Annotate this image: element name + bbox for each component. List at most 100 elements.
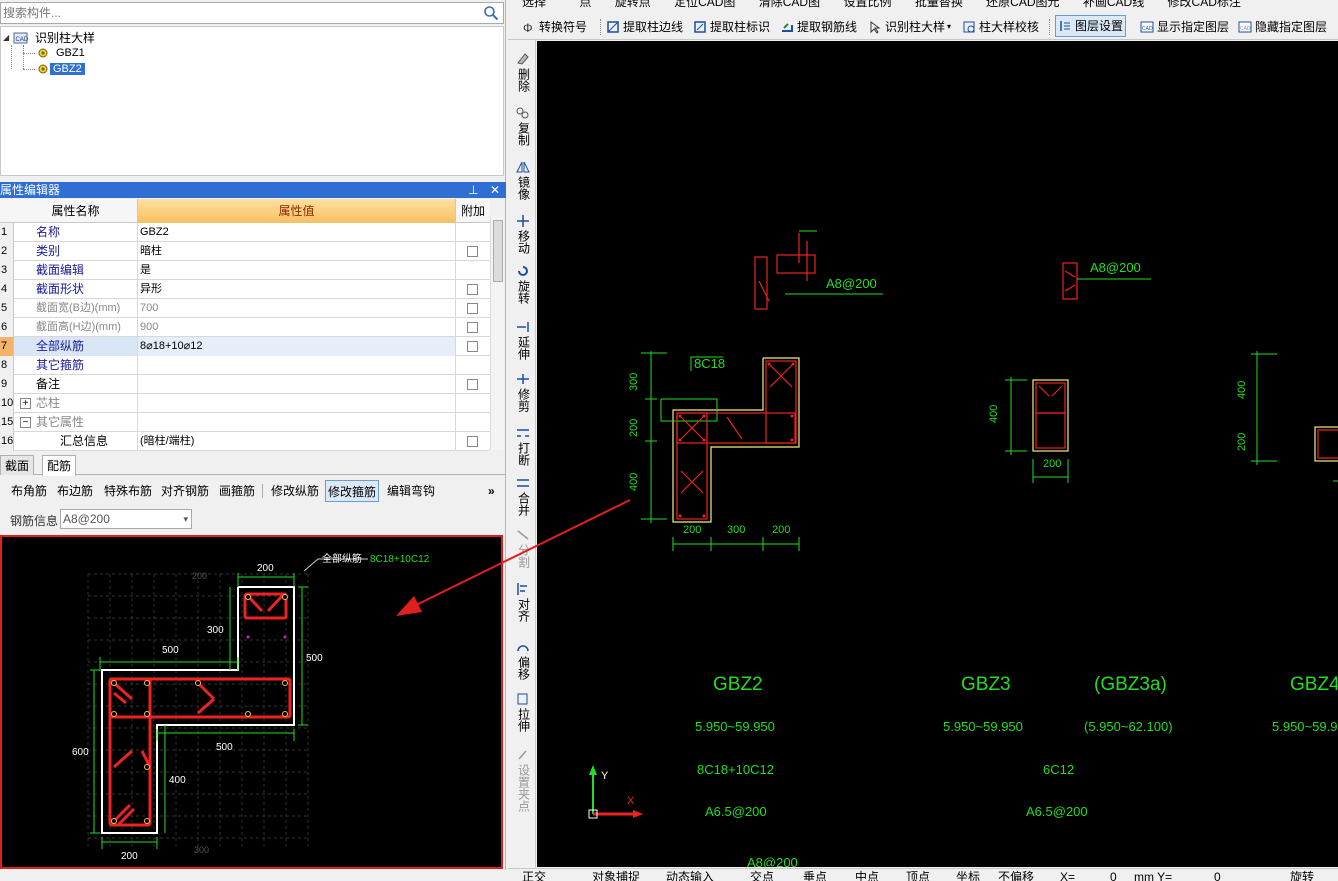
property-value[interactable]: GBZ2 xyxy=(138,223,456,242)
rebar-info-select[interactable]: A8@200 ▾ xyxy=(60,509,192,529)
snap-midpoint[interactable]: 中点 xyxy=(855,870,879,881)
table-row[interactable]: 15 其它属性 − xyxy=(0,413,490,432)
tab-section[interactable]: 截面 xyxy=(0,455,35,475)
object-snap-toggle[interactable]: 对象捕捉 xyxy=(592,870,640,881)
special-rebar-button[interactable]: 特殊布筋 xyxy=(102,480,154,502)
y-coord-input[interactable]: 0 xyxy=(1214,870,1221,881)
extra-checkbox[interactable] xyxy=(467,246,478,257)
table-row-selected[interactable]: 7 全部纵筋 8⌀18+10⌀12 xyxy=(0,337,490,356)
property-scrollbar[interactable] xyxy=(490,216,504,450)
extra-checkbox[interactable] xyxy=(467,303,478,314)
table-row[interactable]: 4 截面形状 异形 xyxy=(0,280,490,299)
snap-intersection[interactable]: 交点 xyxy=(750,870,774,881)
close-icon[interactable]: ✕ xyxy=(490,183,500,197)
identify-column-detail-button[interactable]: 识别柱大样 ▾ xyxy=(868,17,951,37)
show-layer-button[interactable]: CAD 显示指定图层 xyxy=(1140,17,1229,37)
break-button[interactable]: 打断 xyxy=(512,426,534,469)
modify-stirrup-button[interactable]: 修改箍筋 xyxy=(325,480,380,502)
table-row[interactable]: 9 备注 xyxy=(0,375,490,394)
column-detail-check-button[interactable]: 柱大样校核 xyxy=(962,17,1039,37)
search-icon[interactable] xyxy=(483,5,499,21)
clear-cad-tool[interactable]: 清除CAD图 xyxy=(759,0,820,9)
chevron-down-icon[interactable]: ▾ xyxy=(183,510,188,528)
search-input[interactable] xyxy=(1,3,471,23)
offset-mode-select[interactable]: 不偏移 xyxy=(998,870,1034,881)
move-button[interactable]: 移动 xyxy=(512,214,534,257)
extend-button[interactable]: 延伸 xyxy=(512,320,534,363)
property-value[interactable] xyxy=(138,413,456,432)
snap-vertex[interactable]: 顶点 xyxy=(906,870,930,881)
property-value[interactable] xyxy=(138,394,456,413)
offset-button[interactable]: 偏移 xyxy=(512,640,534,683)
stretch-button[interactable]: 拉伸 xyxy=(512,692,534,735)
more-chevron-icon[interactable]: » xyxy=(486,480,497,502)
extra-checkbox[interactable] xyxy=(467,284,478,295)
edge-rebar-button[interactable]: 布边筋 xyxy=(55,480,95,502)
search-box[interactable] xyxy=(0,2,504,24)
property-value[interactable]: 暗柱 xyxy=(138,242,456,261)
table-row[interactable]: 2 类别 暗柱 xyxy=(0,242,490,261)
property-value[interactable] xyxy=(138,375,456,394)
collapse-icon[interactable]: − xyxy=(20,417,31,428)
extra-checkbox[interactable] xyxy=(467,379,478,390)
ortho-toggle[interactable]: 正交 xyxy=(522,870,546,881)
property-value[interactable]: 900 xyxy=(138,318,456,337)
merge-button[interactable]: 合并 xyxy=(512,476,534,519)
property-value[interactable]: 异形 xyxy=(138,280,456,299)
extra-checkbox[interactable] xyxy=(467,341,478,352)
table-row[interactable]: 16 汇总信息 (暗柱/端柱) xyxy=(0,432,490,451)
snap-perpendicular[interactable]: 垂点 xyxy=(803,870,827,881)
locate-cad-tool[interactable]: 定位CAD图 xyxy=(674,0,735,9)
dynamic-input-toggle[interactable]: 动态输入 xyxy=(666,870,714,881)
hide-layer-button[interactable]: CAD 隐藏指定图层 xyxy=(1238,17,1327,37)
snap-coordinate[interactable]: 坐标 xyxy=(956,870,980,881)
extra-checkbox[interactable] xyxy=(467,436,478,447)
extract-column-edge-button[interactable]: 提取柱边线 xyxy=(606,17,683,37)
collapse-icon[interactable]: ◢ xyxy=(3,33,13,42)
draw-cad-line-tool[interactable]: 补画CAD线 xyxy=(1083,0,1144,9)
rotate-toggle[interactable]: 旋转 xyxy=(1290,870,1314,881)
split-button[interactable]: 分割 xyxy=(512,528,534,571)
tree-item-gbz1[interactable]: GBZ1 xyxy=(37,45,88,61)
extract-rebar-line-button[interactable]: 提取钢筋线 xyxy=(780,17,857,37)
table-row[interactable]: 8 其它箍筋 xyxy=(0,356,490,375)
rotate-point-tool[interactable]: 旋转点 xyxy=(615,0,651,9)
expand-icon[interactable]: + xyxy=(20,398,31,409)
modify-cad-dim-tool[interactable]: 修改CAD标注 xyxy=(1168,0,1241,9)
layer-settings-button[interactable]: 图层设置 xyxy=(1055,15,1127,37)
tree-item-gbz2[interactable]: GBZ2 xyxy=(37,61,85,77)
select-tool[interactable]: 选择 xyxy=(522,0,546,9)
table-row[interactable]: 3 截面编辑 是 xyxy=(0,261,490,280)
cad-canvas[interactable]: A8@200 A8@200 8C18 300 200 400 200 300 2… xyxy=(537,41,1338,867)
property-value[interactable]: 8⌀18+10⌀12 xyxy=(138,337,456,356)
draw-stirrup-button[interactable]: 画箍筋 xyxy=(217,480,257,502)
table-row[interactable]: 5 截面宽(B边)(mm) 700 xyxy=(0,299,490,318)
pin-icon[interactable]: ⊥ xyxy=(468,183,478,197)
table-row[interactable]: 6 截面高(H边)(mm) 900 xyxy=(0,318,490,337)
restore-cad-tool[interactable]: 还原CAD图元 xyxy=(986,0,1059,9)
delete-button[interactable]: 删除 xyxy=(512,52,534,95)
edit-hook-button[interactable]: 编辑弯钩 xyxy=(385,480,437,502)
batch-replace-tool[interactable]: 批量替换 xyxy=(915,0,963,9)
property-value[interactable] xyxy=(138,356,456,375)
property-value[interactable]: (暗柱/端柱) xyxy=(138,432,456,451)
copy-button[interactable]: 复制 xyxy=(512,106,534,149)
tree-root[interactable]: ◢ CAD 识别柱大样 xyxy=(3,29,98,45)
trim-button[interactable]: 修剪 xyxy=(512,372,534,415)
mirror-button[interactable]: 镜像 xyxy=(512,160,534,203)
set-scale-tool[interactable]: 设置比例 xyxy=(843,0,891,9)
set-grip-button[interactable]: 设置夹点 xyxy=(512,748,534,815)
chevron-down-icon[interactable]: ▾ xyxy=(947,17,951,37)
rotate-button[interactable]: 旋转 xyxy=(512,264,534,307)
table-row[interactable]: 1 名称 GBZ2 xyxy=(0,223,490,242)
modify-longitudinal-button[interactable]: 修改纵筋 xyxy=(269,480,321,502)
extract-column-label-button[interactable]: 提取柱标识 xyxy=(693,17,770,37)
x-coord-input[interactable]: 0 xyxy=(1110,870,1117,881)
property-value[interactable]: 700 xyxy=(138,299,456,318)
corner-rebar-button[interactable]: 布角筋 xyxy=(9,480,49,502)
section-preview-canvas[interactable]: 全部纵筋 8C18+10C12 200 500 300 500 600 500 … xyxy=(0,535,503,869)
scrollbar-thumb[interactable] xyxy=(493,220,503,282)
point-tool[interactable]: 点 xyxy=(579,0,591,9)
table-row[interactable]: 10 芯柱 + xyxy=(0,394,490,413)
align-button[interactable]: 对齐 xyxy=(512,582,534,625)
